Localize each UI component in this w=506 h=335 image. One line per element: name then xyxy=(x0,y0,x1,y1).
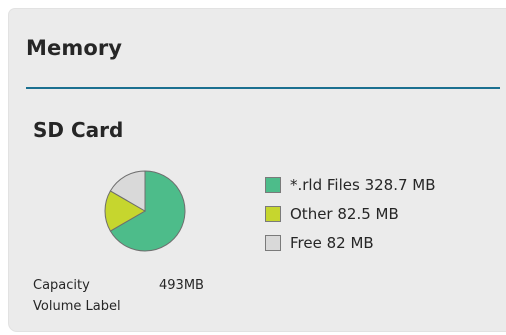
storage-pie-chart xyxy=(104,170,186,252)
legend-item-rld-files: *.rld Files 328.7 MB xyxy=(265,170,436,199)
capacity-value: 493MB xyxy=(159,278,204,293)
sd-card-title: SD Card xyxy=(33,118,124,142)
legend-item-other: Other 82.5 MB xyxy=(265,199,436,228)
volume-label-row: Volume Label xyxy=(33,296,204,317)
legend-item-free: Free 82 MB xyxy=(265,228,436,257)
capacity-label: Capacity xyxy=(33,278,90,293)
capacity-row: Capacity 493MB xyxy=(33,275,204,296)
rld-files-swatch xyxy=(265,176,281,193)
legend-label-other: Other 82.5 MB xyxy=(290,204,399,223)
title-divider xyxy=(26,87,500,89)
panel-title: Memory xyxy=(26,36,123,60)
legend-label-rld-files: *.rld Files 328.7 MB xyxy=(290,175,436,194)
sd-card-info: Capacity 493MB Volume Label xyxy=(33,275,204,317)
chart-legend: *.rld Files 328.7 MB Other 82.5 MB Free … xyxy=(265,170,436,257)
other-swatch xyxy=(265,205,281,222)
volume-label-label: Volume Label xyxy=(33,299,121,314)
free-swatch xyxy=(265,234,281,251)
legend-label-free: Free 82 MB xyxy=(290,233,374,252)
